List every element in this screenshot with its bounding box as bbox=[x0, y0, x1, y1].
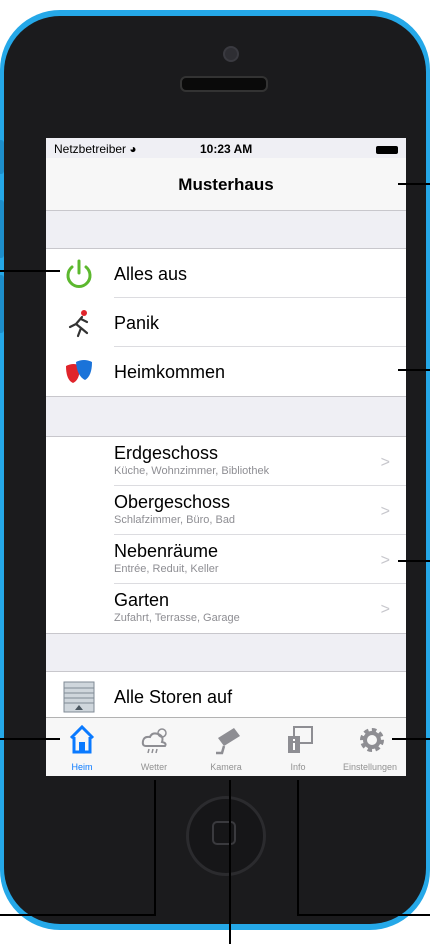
callout-line-home-tab bbox=[0, 738, 60, 740]
chevron-right-icon: > bbox=[380, 454, 390, 471]
blinds-group: Alle Storen auf bbox=[46, 671, 406, 722]
clock: 10:23 AM bbox=[200, 142, 253, 156]
wifi-icon: ◕ bbox=[129, 142, 137, 156]
room-sublabel: Entrée, Reduit, Keller bbox=[114, 563, 219, 575]
tab-kamera[interactable]: Kamera bbox=[190, 718, 262, 776]
tab-bar: Heim Wetter Kamera Info Einstellungen bbox=[46, 717, 406, 776]
room-garten[interactable]: Garten Zufahrt, Terrasse, Garage > bbox=[46, 584, 406, 633]
chevron-right-icon: > bbox=[380, 503, 390, 520]
volume-down-button bbox=[0, 275, 4, 333]
actions-group: Alles aus Panik Heimkommen bbox=[46, 248, 406, 397]
tab-einstellungen[interactable]: Einstellungen bbox=[334, 718, 406, 776]
carrier-label: Netzbetreiber ◕ bbox=[54, 142, 137, 156]
running-man-icon bbox=[68, 310, 89, 338]
tab-label: Info bbox=[290, 762, 306, 772]
status-bar: Netzbetreiber ◕ 10:23 AM bbox=[46, 138, 406, 158]
battery-icon bbox=[376, 146, 398, 154]
blinds-icon bbox=[63, 681, 95, 713]
camera-icon bbox=[216, 728, 240, 755]
callout-line-settings-tab bbox=[392, 738, 430, 740]
tab-label: Einstellungen bbox=[342, 762, 398, 772]
room-label: Obergeschoss bbox=[114, 492, 231, 512]
tab-heim[interactable]: Heim bbox=[46, 718, 118, 776]
theater-masks-icon bbox=[66, 360, 92, 383]
weather-icon bbox=[141, 728, 167, 754]
room-sublabel: Zufahrt, Terrasse, Garage bbox=[114, 612, 240, 624]
room-nebenraeume[interactable]: Nebenräume Entrée, Reduit, Keller > bbox=[46, 535, 406, 584]
front-camera bbox=[223, 46, 239, 62]
callout-line-weather-vertical bbox=[154, 780, 156, 916]
callout-line-rooms bbox=[398, 560, 430, 562]
chevron-right-icon: > bbox=[380, 601, 390, 618]
callout-line-info bbox=[297, 914, 430, 916]
tab-label: Kamera bbox=[210, 762, 242, 772]
callout-line-navbar bbox=[398, 183, 430, 185]
action-label: Alle Storen auf bbox=[114, 687, 233, 707]
action-alle-storen-auf[interactable]: Alle Storen auf bbox=[46, 672, 406, 721]
room-label: Erdgeschoss bbox=[114, 443, 219, 463]
tab-info[interactable]: Info bbox=[262, 718, 334, 776]
room-label: Garten bbox=[114, 590, 170, 610]
chevron-right-icon: > bbox=[380, 552, 390, 569]
callout-line-power bbox=[0, 270, 60, 272]
callout-line-actions bbox=[398, 369, 430, 371]
room-obergeschoss[interactable]: Obergeschoss Schlafzimmer, Büro, Bad > bbox=[46, 486, 406, 535]
home-icon bbox=[69, 724, 95, 754]
rooms-group: Erdgeschoss Küche, Wohnzimmer, Bibliothe… bbox=[46, 436, 406, 634]
mute-switch bbox=[0, 140, 4, 174]
tab-label: Wetter bbox=[140, 762, 168, 772]
speaker-grille bbox=[180, 76, 268, 92]
action-label: Heimkommen bbox=[114, 362, 226, 382]
volume-up-button bbox=[0, 200, 4, 258]
room-erdgeschoss[interactable]: Erdgeschoss Küche, Wohnzimmer, Bibliothe… bbox=[46, 437, 406, 486]
room-sublabel: Schlafzimmer, Büro, Bad bbox=[114, 514, 236, 526]
action-alles-aus[interactable]: Alles aus bbox=[46, 249, 406, 298]
page-title: Musterhaus bbox=[178, 175, 274, 194]
power-icon bbox=[66, 259, 92, 288]
navigation-bar: Musterhaus bbox=[46, 158, 406, 211]
action-panik[interactable]: Panik bbox=[46, 298, 406, 347]
callout-line-camera bbox=[229, 780, 231, 944]
callout-line-weather bbox=[0, 914, 156, 916]
tab-label: Heim bbox=[71, 762, 93, 772]
action-label: Alles aus bbox=[114, 264, 188, 284]
room-label: Nebenräume bbox=[114, 541, 219, 561]
room-sublabel: Küche, Wohnzimmer, Bibliothek bbox=[114, 465, 270, 477]
action-label: Panik bbox=[114, 313, 160, 333]
home-button-square-icon bbox=[212, 821, 236, 845]
app-screen: Netzbetreiber ◕ 10:23 AM Musterhaus Alle… bbox=[46, 138, 406, 776]
action-heimkommen[interactable]: Heimkommen bbox=[46, 347, 406, 396]
gear-icon bbox=[360, 728, 384, 752]
tab-wetter[interactable]: Wetter bbox=[118, 718, 190, 776]
callout-line-info-vertical bbox=[297, 780, 299, 916]
info-icon bbox=[288, 726, 313, 753]
